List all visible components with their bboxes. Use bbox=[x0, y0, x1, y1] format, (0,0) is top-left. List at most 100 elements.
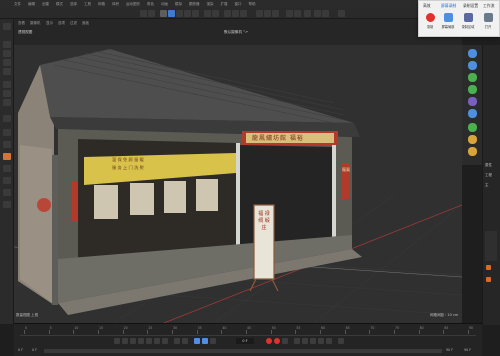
range-start-field-2[interactable]: 0 F bbox=[32, 348, 37, 352]
environment-icon[interactable] bbox=[468, 123, 477, 132]
range-end-field-2[interactable]: 90 F bbox=[464, 348, 471, 352]
view-menu-panel[interactable]: 面板 bbox=[82, 21, 89, 26]
cube-object-icon[interactable] bbox=[468, 49, 477, 58]
view-menu-display[interactable]: 显示 bbox=[46, 21, 53, 26]
3d-viewport[interactable]: 龍鳳繡坊館 福裕 龍鳳 温 保 免 顾 留 暖 服 务 上 门 洗 熨 福 禄 … bbox=[14, 45, 462, 323]
menu-mode[interactable]: 模式 bbox=[56, 2, 63, 7]
popup-tab-screen-record[interactable]: 屏幕录制 bbox=[441, 3, 456, 9]
main-tab[interactable]: 主 bbox=[485, 183, 489, 188]
menu-tools[interactable]: 工具 bbox=[84, 2, 91, 7]
record-region-button[interactable]: 录制区域 bbox=[461, 13, 475, 35]
menu-animation[interactable]: 动画 bbox=[161, 2, 168, 7]
keyframe-mode-icon[interactable] bbox=[194, 338, 200, 344]
bend-icon[interactable] bbox=[294, 10, 301, 17]
x-axis-icon[interactable] bbox=[3, 81, 11, 88]
menu-render[interactable]: 渲染 bbox=[207, 2, 214, 7]
points-mode-icon[interactable] bbox=[176, 10, 183, 17]
view-menu-filter[interactable]: 过滤 bbox=[70, 21, 77, 26]
key-selection-icon[interactable] bbox=[282, 338, 288, 344]
menu-help[interactable]: 帮助 bbox=[249, 2, 256, 7]
open-button[interactable]: 打开 bbox=[481, 13, 495, 35]
range-start-field[interactable]: 0 F bbox=[18, 348, 23, 352]
menu-mesh[interactable]: 网格 bbox=[98, 2, 105, 7]
undo-icon[interactable] bbox=[140, 10, 147, 17]
live-select-icon[interactable] bbox=[3, 41, 11, 48]
key-icon[interactable] bbox=[210, 338, 216, 344]
record-button[interactable]: 录制 bbox=[423, 13, 437, 35]
timeline-ruler[interactable]: 0 5 10 15 20 25 30 35 40 45 50 55 60 65 70 75 80 85 90 bbox=[20, 326, 476, 336]
spline-icon[interactable] bbox=[468, 61, 477, 70]
undo-view-icon[interactable] bbox=[3, 23, 11, 30]
current-frame-field[interactable]: 0 F bbox=[236, 338, 254, 344]
view-menu-camera[interactable]: 摄像机 bbox=[30, 21, 41, 26]
lock-icon[interactable] bbox=[3, 189, 11, 196]
axis-icon[interactable] bbox=[212, 10, 219, 17]
next-key-icon[interactable] bbox=[154, 338, 160, 344]
redo-icon[interactable] bbox=[148, 10, 155, 17]
scale-icon[interactable] bbox=[3, 59, 11, 66]
play-icon[interactable] bbox=[138, 338, 144, 344]
z-axis-icon[interactable] bbox=[3, 99, 11, 106]
object-mode-icon[interactable] bbox=[168, 10, 175, 17]
attributes-tab[interactable]: 属性 bbox=[485, 163, 492, 168]
fps-icon[interactable] bbox=[182, 338, 188, 344]
edges-mode-icon[interactable] bbox=[184, 10, 191, 17]
cloner-icon[interactable] bbox=[468, 85, 477, 94]
menu-mograph[interactable]: 运动图形 bbox=[126, 2, 140, 7]
subdivision-icon[interactable] bbox=[272, 10, 279, 17]
light-icon[interactable] bbox=[322, 10, 329, 17]
sculpt-icon[interactable] bbox=[3, 153, 11, 160]
next-frame-icon[interactable] bbox=[146, 338, 152, 344]
prev-frame-icon[interactable] bbox=[130, 338, 136, 344]
cube-icon[interactable] bbox=[256, 10, 263, 17]
popup-tab-record-settings[interactable]: 录制设置 bbox=[463, 3, 478, 9]
project-tab[interactable]: 工程 bbox=[485, 173, 492, 178]
scale-key-icon[interactable] bbox=[302, 338, 308, 344]
camera-icon[interactable] bbox=[314, 10, 321, 17]
timeline-window-icon[interactable] bbox=[338, 338, 344, 344]
range-slider[interactable] bbox=[44, 349, 442, 353]
menu-select[interactable]: 选择 bbox=[70, 2, 77, 7]
rotation-key-icon[interactable] bbox=[310, 338, 316, 344]
record-key-icon[interactable] bbox=[266, 338, 272, 344]
popup-tab-efficient[interactable]: 高效 bbox=[423, 3, 431, 9]
autokey-mode-icon[interactable] bbox=[202, 338, 208, 344]
loop-icon[interactable] bbox=[174, 338, 180, 344]
view-menu-view[interactable]: 查看 bbox=[18, 21, 25, 26]
polygons-mode-icon[interactable] bbox=[192, 10, 199, 17]
range-end-field[interactable]: 90 F bbox=[446, 348, 453, 352]
rotate-icon[interactable] bbox=[3, 68, 11, 75]
menu-tracker[interactable]: 跟踪器 bbox=[189, 2, 200, 7]
light-object-icon[interactable] bbox=[468, 147, 477, 156]
popup-tab-workflow[interactable]: 工作流 bbox=[483, 3, 494, 9]
coordinate-icon[interactable] bbox=[3, 115, 11, 122]
autokey-icon[interactable] bbox=[274, 338, 280, 344]
render-picture-icon[interactable] bbox=[232, 10, 239, 17]
y-axis-icon[interactable] bbox=[3, 90, 11, 97]
partial-screen-button[interactable]: 屏幕局部 bbox=[441, 13, 455, 35]
render-view-icon[interactable] bbox=[224, 10, 231, 17]
menu-create[interactable]: 创建 bbox=[42, 2, 49, 7]
knife-icon[interactable] bbox=[3, 177, 11, 184]
position-key-icon[interactable] bbox=[294, 338, 300, 344]
move-icon[interactable] bbox=[3, 50, 11, 57]
goto-end-icon[interactable] bbox=[162, 338, 168, 344]
menu-character[interactable]: 角色 bbox=[147, 2, 154, 7]
pen-icon[interactable] bbox=[264, 10, 271, 17]
brush-icon[interactable] bbox=[3, 141, 11, 148]
menu-window[interactable]: 窗口 bbox=[235, 2, 242, 7]
menu-extensions[interactable]: 扩展 bbox=[221, 2, 228, 7]
prev-key-icon[interactable] bbox=[122, 338, 128, 344]
menu-file[interactable]: 文件 bbox=[14, 2, 21, 7]
floor-icon[interactable] bbox=[304, 10, 311, 17]
paint-icon[interactable] bbox=[3, 129, 11, 136]
param-key-icon[interactable] bbox=[318, 338, 324, 344]
preview-range-bar[interactable]: 0 F 0 F 90 F 90 F bbox=[14, 346, 482, 356]
view-menu-options[interactable]: 选项 bbox=[58, 21, 65, 26]
workplane-icon[interactable] bbox=[3, 201, 11, 208]
deformer-icon[interactable] bbox=[468, 97, 477, 106]
snap-icon[interactable] bbox=[204, 10, 211, 17]
pla-key-icon[interactable] bbox=[326, 338, 332, 344]
generator-icon[interactable] bbox=[468, 73, 477, 82]
array-icon[interactable] bbox=[286, 10, 293, 17]
